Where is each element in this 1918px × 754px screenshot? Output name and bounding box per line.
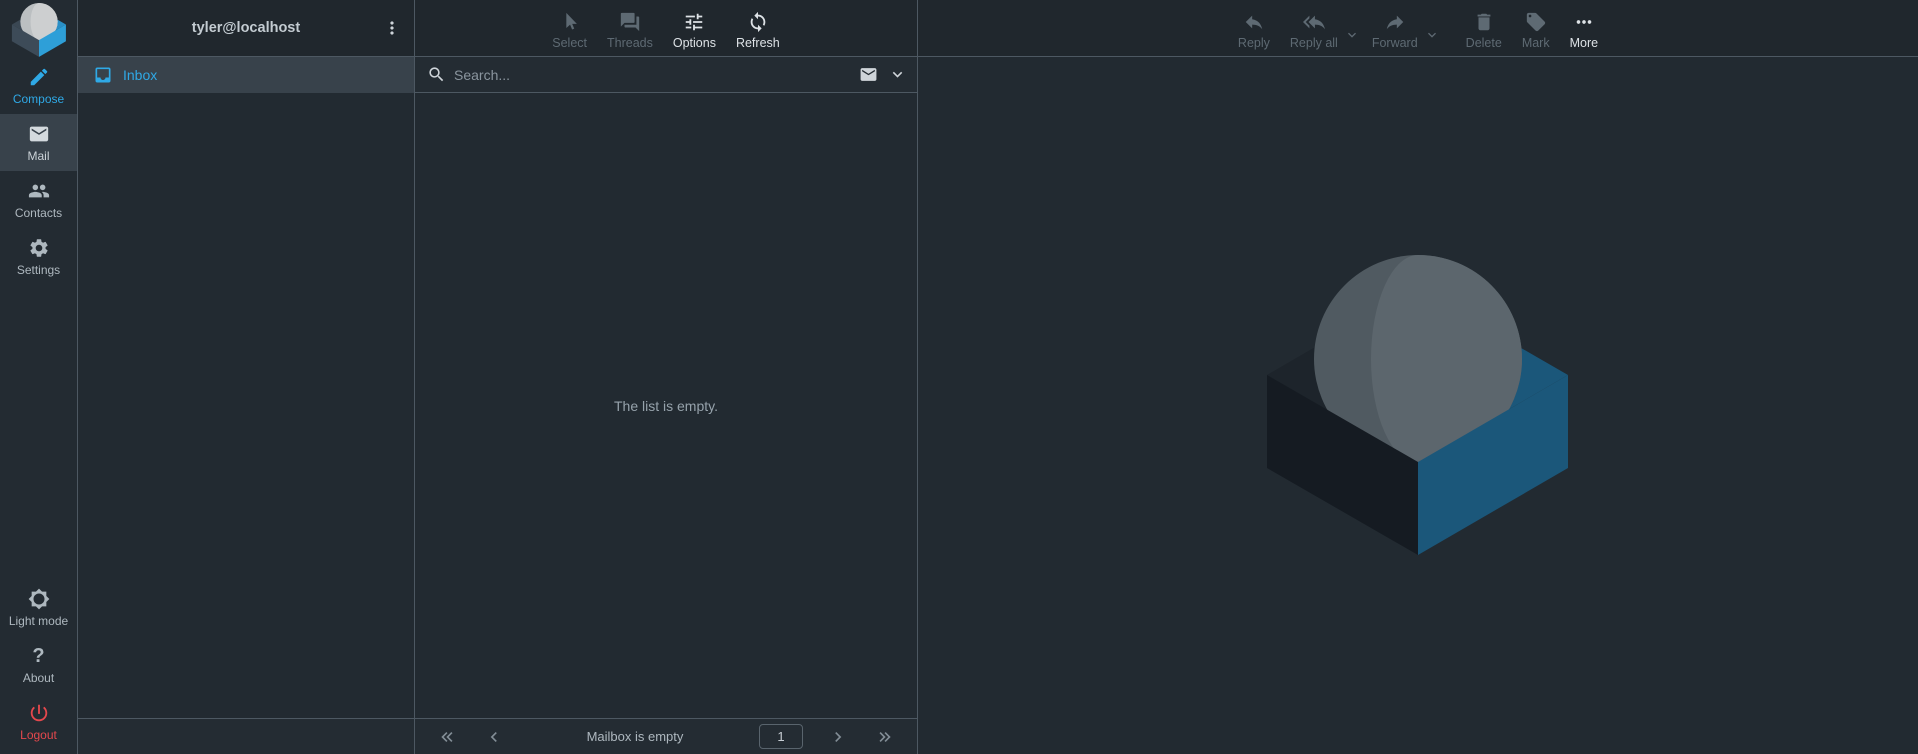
message-list-pane: Select Threads Options Refresh Search...… — [414, 0, 917, 754]
sidebar-item-logout[interactable]: Logout — [0, 693, 77, 750]
forward-button[interactable]: Forward — [1362, 7, 1428, 50]
more-button[interactable]: More — [1560, 7, 1608, 50]
reply-icon — [1243, 11, 1265, 33]
toolbar-label: Reply all — [1289, 35, 1338, 50]
mailbox-status-text: Mailbox is empty — [586, 729, 684, 744]
sidebar-item-settings[interactable]: Settings — [0, 228, 77, 285]
search-icon — [427, 65, 446, 84]
reply-button[interactable]: Reply — [1228, 7, 1280, 50]
toolbar-label: Select — [552, 35, 587, 50]
sliders-icon — [683, 11, 705, 33]
sidebar-item-label: Light mode — [8, 614, 69, 628]
toolbar-label: Delete — [1465, 35, 1502, 50]
pagination-bar: Mailbox is empty — [415, 718, 917, 754]
roundcube-watermark-logo — [1267, 255, 1568, 555]
last-page-button[interactable] — [867, 724, 901, 750]
mark-button[interactable]: Mark — [1512, 7, 1560, 50]
first-page-button[interactable] — [431, 724, 465, 750]
previous-page-button[interactable] — [477, 724, 511, 750]
toolbar-label: Mark — [1521, 35, 1550, 50]
options-button[interactable]: Options — [663, 7, 726, 50]
sidebar-item-label: Settings — [16, 263, 61, 277]
select-button[interactable]: Select — [542, 7, 597, 50]
folder-label: Inbox — [123, 67, 158, 83]
double-chevron-left-icon — [441, 731, 453, 742]
contacts-icon — [27, 179, 51, 203]
inbox-icon — [93, 65, 113, 85]
refresh-button[interactable]: Refresh — [726, 7, 790, 50]
folder-list-empty-area — [78, 93, 414, 718]
more-dots-icon — [1573, 11, 1595, 33]
compose-icon — [27, 65, 51, 89]
folder-actions-button[interactable] — [378, 14, 406, 42]
chevron-left-icon — [490, 731, 497, 742]
sidebar-item-label: Compose — [12, 92, 65, 106]
message-content-pane: Reply Reply all Forward Delete Mark More — [917, 0, 1918, 754]
toolbar-label: Options — [672, 35, 716, 50]
sidebar-item-compose[interactable]: Compose — [0, 57, 77, 114]
message-list-area: The list is empty. — [415, 93, 917, 718]
toolbar-label: Reply — [1237, 35, 1270, 50]
search-bar — [415, 57, 917, 93]
settings-gear-icon — [27, 236, 51, 260]
toolbar-label: Refresh — [735, 35, 780, 50]
sidebar-item-label: About — [22, 671, 55, 685]
sidebar-item-contacts[interactable]: Contacts — [0, 171, 77, 228]
reply-all-icon — [1302, 11, 1325, 33]
trash-icon — [1473, 11, 1495, 33]
double-chevron-right-icon — [879, 731, 891, 742]
folder-pane-footer — [78, 718, 414, 754]
sidebar-item-about[interactable]: ? About — [0, 636, 77, 693]
folder-item-inbox[interactable]: Inbox — [78, 57, 414, 93]
chat-bubbles-icon — [619, 11, 641, 33]
webmail-app: Compose Mail Contacts Settings Light mod… — [0, 0, 1918, 754]
search-scope-envelope-icon[interactable] — [859, 65, 878, 84]
reply-all-button[interactable]: Reply all — [1280, 7, 1348, 50]
sun-icon — [27, 587, 51, 611]
account-title: tyler@localhost — [191, 20, 301, 36]
search-input[interactable] — [454, 66, 851, 83]
next-page-button[interactable] — [821, 724, 855, 750]
chevron-right-icon — [835, 731, 842, 742]
sidebar-item-mail[interactable]: Mail — [0, 114, 77, 171]
toolbar-label: More — [1569, 35, 1599, 50]
refresh-sync-icon — [747, 11, 769, 33]
forward-icon — [1384, 11, 1406, 33]
question-mark-icon: ? — [32, 645, 45, 667]
message-list-toolbar: Select Threads Options Refresh — [415, 0, 917, 57]
toolbar-label: Forward — [1371, 35, 1418, 50]
sidebar-item-label: Mail — [27, 149, 50, 163]
kebab-menu-icon — [390, 21, 394, 35]
threads-button[interactable]: Threads — [597, 7, 663, 50]
delete-button[interactable]: Delete — [1456, 7, 1512, 50]
folder-pane: tyler@localhost Inbox — [77, 0, 414, 754]
message-toolbar: Reply Reply all Forward Delete Mark More — [918, 0, 1918, 57]
folder-pane-header: tyler@localhost — [78, 0, 414, 57]
roundcube-logo-icon — [11, 3, 66, 57]
sidebar-item-label: Contacts — [14, 206, 63, 220]
search-options-chevron-icon[interactable] — [888, 65, 907, 84]
reply-all-dropdown-chevron-icon[interactable] — [1344, 27, 1360, 43]
toolbar-label: Threads — [607, 35, 653, 50]
task-sidebar: Compose Mail Contacts Settings Light mod… — [0, 0, 77, 754]
app-logo — [0, 0, 77, 57]
sidebar-item-light-mode[interactable]: Light mode — [0, 579, 77, 636]
message-preview-area — [918, 57, 1918, 754]
empty-list-message: The list is empty. — [614, 397, 718, 414]
power-icon — [27, 701, 51, 725]
cursor-arrow-icon — [559, 11, 581, 33]
mail-icon — [27, 122, 51, 146]
page-number-input[interactable] — [759, 724, 803, 749]
sidebar-item-label: Logout — [20, 728, 57, 742]
forward-dropdown-chevron-icon[interactable] — [1424, 27, 1440, 43]
tag-icon — [1525, 11, 1547, 33]
